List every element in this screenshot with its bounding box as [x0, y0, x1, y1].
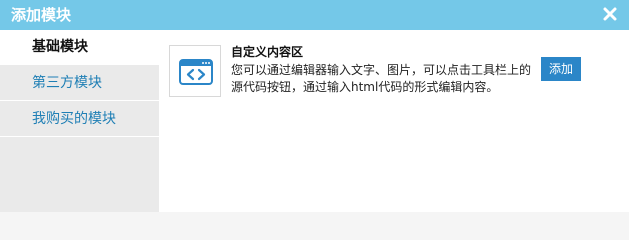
sidebar-item-basic-modules[interactable]: 基础模块	[0, 30, 159, 65]
module-title: 自定义内容区	[231, 45, 304, 59]
close-button[interactable]	[601, 3, 619, 25]
module-description: 您可以通过编辑器输入文字、图片，可以点击工具栏上的源代码按钮，通过输入html代…	[231, 63, 532, 94]
dialog-titlebar: 添加模块	[0, 0, 629, 30]
add-module-button[interactable]: 添加	[541, 57, 581, 81]
module-icon-box	[169, 45, 221, 97]
sidebar-item-label: 我购买的模块	[32, 111, 116, 127]
module-category-sidebar: 基础模块 第三方模块 我购买的模块	[0, 30, 159, 212]
sidebar-item-label: 第三方模块	[32, 75, 102, 91]
sidebar-item-label: 基础模块	[32, 39, 88, 55]
add-module-dialog: 添加模块 基础模块 第三方模块 我购买的模块 自定义内容区 您可以通过编辑器输入…	[0, 0, 629, 212]
close-icon	[601, 3, 619, 25]
dialog-title: 添加模块	[11, 6, 72, 24]
sidebar-item-third-party-modules[interactable]: 第三方模块	[0, 66, 159, 101]
sidebar-item-purchased-modules[interactable]: 我购买的模块	[0, 102, 159, 137]
module-card-custom-content: 自定义内容区 您可以通过编辑器输入文字、图片，可以点击工具栏上的源代码按钮，通过…	[169, 45, 589, 105]
